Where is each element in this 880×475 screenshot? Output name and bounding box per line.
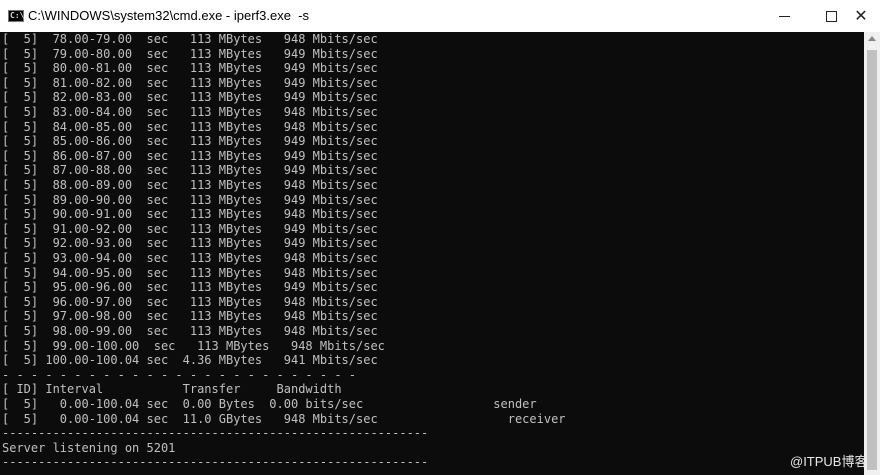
console-separator: - - - - - - - - - - - - - - - - - - - - … <box>2 367 357 382</box>
console-line: [ 5] 80.00-81.00 sec 113 MBytes 949 Mbit… <box>2 61 378 76</box>
console-line: [ 5] 92.00-93.00 sec 113 MBytes 949 Mbit… <box>2 236 378 251</box>
scroll-up-arrow-icon[interactable] <box>868 36 876 41</box>
maximize-icon <box>826 11 837 22</box>
console-line: [ 5] 99.00-100.00 sec 113 MBytes 948 Mbi… <box>2 338 385 353</box>
watermark: @ITPUB博客 <box>790 454 868 469</box>
console-line: [ 5] 85.00-86.00 sec 113 MBytes 949 Mbit… <box>2 134 378 149</box>
console-line: [ 5] 98.00-99.00 sec 113 MBytes 948 Mbit… <box>2 324 378 338</box>
console-line: [ 5] 84.00-85.00 sec 113 MBytes 948 Mbit… <box>2 119 378 134</box>
console-separator: ----------------------------------------… <box>2 455 429 470</box>
console-status: Server listening on 5201 <box>2 440 176 455</box>
window-title: C:\WINDOWS\system32\cmd.exe - iperf3.exe… <box>28 8 310 23</box>
console-summary-receiver: [ 5] 0.00-100.04 sec 11.0 GBytes 948 Mbi… <box>2 411 566 426</box>
close-icon: ✕ <box>854 6 868 25</box>
close-button[interactable]: ✕ <box>838 0 880 32</box>
console-line: [ 5] 81.00-82.00 sec 113 MBytes 949 Mbit… <box>2 75 378 90</box>
vertical-scrollbar[interactable] <box>864 32 880 475</box>
minimize-button[interactable] <box>762 0 808 32</box>
console-line: [ 5] 90.00-91.00 sec 113 MBytes 948 Mbit… <box>2 207 378 222</box>
console-line: [ 5] 97.00-98.00 sec 113 MBytes 948 Mbit… <box>2 309 378 324</box>
console-line: [ 5] 78.00-79.00 sec 113 MBytes 948 Mbit… <box>2 32 378 46</box>
console-line: [ 5] 83.00-84.00 sec 113 MBytes 948 Mbit… <box>2 105 378 119</box>
console-line: [ 5] 93.00-94.00 sec 113 MBytes 948 Mbit… <box>2 251 378 265</box>
console-summary-sender: [ 5] 0.00-100.04 sec 0.00 Bytes 0.00 bit… <box>2 397 537 411</box>
console-header: [ ID] Interval Transfer Bandwidth <box>2 382 342 397</box>
console-line: [ 5] 82.00-83.00 sec 113 MBytes 949 Mbit… <box>2 90 378 105</box>
console-line: [ 5] 89.00-90.00 sec 113 MBytes 949 Mbit… <box>2 192 378 207</box>
console-line: [ 5] 79.00-80.00 sec 113 MBytes 949 Mbit… <box>2 46 378 61</box>
console-line: [ 5] 96.00-97.00 sec 113 MBytes 948 Mbit… <box>2 294 378 309</box>
console-line: [ 5] 87.00-88.00 sec 113 MBytes 949 Mbit… <box>2 163 378 178</box>
console-separator: ----------------------------------------… <box>2 426 429 441</box>
console-line: [ 5] 88.00-89.00 sec 113 MBytes 948 Mbit… <box>2 178 378 192</box>
cmd-icon-label: C:\ <box>10 11 25 20</box>
console-line: [ 5] 86.00-87.00 sec 113 MBytes 949 Mbit… <box>2 148 378 163</box>
scroll-thumb[interactable] <box>867 50 877 470</box>
title-bar[interactable]: C:\ C:\WINDOWS\system32\cmd.exe - iperf3… <box>0 0 880 33</box>
console-line: [ 5] 100.00-100.04 sec 4.36 MBytes 941 M… <box>2 353 378 368</box>
cmd-icon[interactable]: C:\ <box>8 10 24 22</box>
minimize-icon <box>779 16 790 17</box>
console-line: [ 5] 91.00-92.00 sec 113 MBytes 949 Mbit… <box>2 221 378 236</box>
console-output[interactable]: [ 5] 78.00-79.00 sec 113 MBytes 948 Mbit… <box>0 32 864 475</box>
console-line: [ 5] 94.00-95.00 sec 113 MBytes 948 Mbit… <box>2 265 378 280</box>
console-line: [ 5] 95.00-96.00 sec 113 MBytes 949 Mbit… <box>2 280 378 295</box>
